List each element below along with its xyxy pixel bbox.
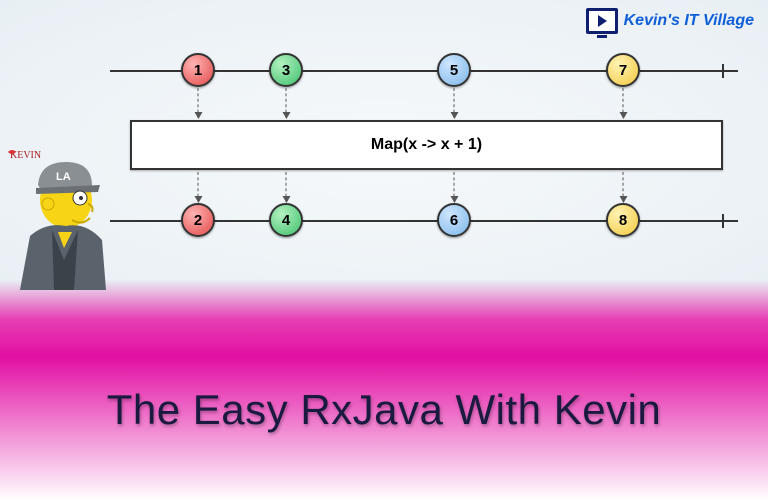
timeline-end-tick	[722, 214, 724, 228]
arrow-icon	[623, 172, 624, 202]
input-marble-3: 5	[437, 53, 471, 87]
arrow-icon	[454, 88, 455, 118]
brand-logo: Kevin's IT Village	[586, 8, 754, 34]
arrow-icon	[198, 172, 199, 202]
output-marble-1: 2	[181, 203, 215, 237]
page-title: The Easy RxJava With Kevin	[107, 386, 662, 434]
output-marble-4: 8	[606, 203, 640, 237]
input-marble-2: 3	[269, 53, 303, 87]
input-marble-4: 7	[606, 53, 640, 87]
output-marble-2: 4	[269, 203, 303, 237]
avatar-cap-text: LA	[56, 171, 71, 183]
output-marble-3: 6	[437, 203, 471, 237]
diagram-area: Kevin's IT Village KEVIN LA	[0, 0, 768, 300]
brand-text: Kevin's IT Village	[624, 12, 754, 30]
play-icon	[598, 15, 607, 27]
arrow-icon	[198, 88, 199, 118]
operator-box: Map(x -> x + 1)	[130, 120, 723, 170]
arrow-icon	[623, 88, 624, 118]
arrow-icon	[286, 172, 287, 202]
kevin-avatar: KEVIN LA	[0, 140, 120, 290]
arrow-icon	[286, 88, 287, 118]
tv-play-icon	[586, 8, 618, 34]
timeline-end-tick	[722, 64, 724, 78]
title-area: The Easy RxJava With Kevin	[0, 280, 768, 500]
input-marble-1: 1	[181, 53, 215, 87]
arrow-icon	[454, 172, 455, 202]
